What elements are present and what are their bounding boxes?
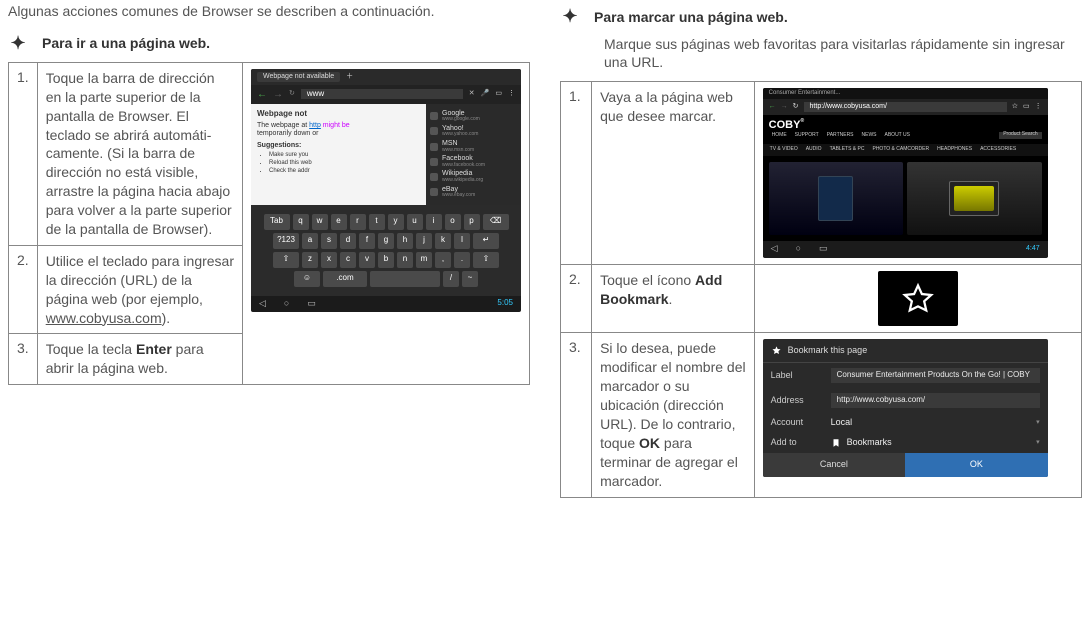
onscreen-keyboard: Tab qwertyuiop ⌫ ?123 asdfghjkl ↵ ⇧ xyxy=(251,205,521,296)
refresh-icon: ↻ xyxy=(289,90,295,98)
heading-text: Para marcar una página web. xyxy=(594,9,788,25)
label-input: Consumer Entertainment Products On the G… xyxy=(831,368,1040,383)
address-bar: www xyxy=(301,89,463,100)
suggestion-item: Make sure you xyxy=(269,152,420,159)
forward-icon: → xyxy=(781,103,788,111)
magenta-hint: might be xyxy=(323,122,350,129)
suggestion-item: Reload this web xyxy=(269,160,420,167)
page-title: Webpage not xyxy=(257,110,420,119)
step-text: Toque el ícono Add Bookmark. xyxy=(592,265,755,333)
screenshot-cell xyxy=(754,265,1081,333)
step-num: 2. xyxy=(561,265,592,333)
nav-home-icon: ○ xyxy=(284,299,289,309)
refresh-icon: ↻ xyxy=(793,103,799,111)
suggestion-item: Check the addr xyxy=(269,168,420,175)
nav-recent-icon: ▭ xyxy=(307,299,316,309)
field-label: Add to xyxy=(771,438,821,448)
intro-text: Algunas acciones comunes de Browser se d… xyxy=(8,2,530,21)
hero-card xyxy=(769,162,904,235)
step-text: Toque la tecla Enter para abrir la págin… xyxy=(37,334,242,385)
coby-logo: COBY® xyxy=(769,119,804,131)
heading-subtext: Marque sus páginas web favoritas para vi… xyxy=(604,35,1082,71)
field-label: Address xyxy=(771,396,821,406)
heading-text: Para ir a una página web. xyxy=(42,35,210,51)
nav-recent-icon: ▭ xyxy=(819,244,828,254)
msg-part: The webpage at xyxy=(257,122,309,129)
menu-icon: ⋮ xyxy=(508,90,515,98)
menu-icon: ⋮ xyxy=(1035,103,1042,111)
bookmark-dialog-screenshot: Bookmark this page Label Consumer Entert… xyxy=(763,339,1048,476)
suggestion-sidebar: Googlewww.google.com Yahoo!www.yahoo.com… xyxy=(426,104,521,205)
address-bar: http://www.cobyusa.com/ xyxy=(804,102,1007,112)
nav-home-icon: ○ xyxy=(796,244,801,254)
step-text: Utilice el teclado para ingresar la dire… xyxy=(37,245,242,334)
browser-keyboard-screenshot: Webpage not available ＋ ← → ↻ www ✕ 🎤 ▭ … xyxy=(251,69,521,312)
forward-icon: → xyxy=(273,89,283,100)
back-icon: ← xyxy=(769,103,776,111)
nav-back-icon: ◁ xyxy=(259,299,266,309)
bookmarks-icon: ▭ xyxy=(1023,103,1030,111)
mic-icon: 🎤 xyxy=(481,90,490,98)
steps-table-right: 1. Vaya a la página web que desee marcar… xyxy=(560,81,1082,497)
search-box: Product Search xyxy=(999,132,1041,140)
screenshot-cell: Bookmark this page Label Consumer Entert… xyxy=(754,333,1081,497)
step-num: 3. xyxy=(9,334,38,385)
step-text: Si lo desea, puede modificar el nombre d… xyxy=(592,333,755,497)
coby-site-screenshot: Consumer Entertainment... ← → ↻ http://w… xyxy=(763,88,1048,258)
address-input: http://www.cobyusa.com/ xyxy=(831,393,1040,408)
heading-go-to-page: ✦ Para ir a una página web. xyxy=(8,33,530,54)
star-icon xyxy=(771,345,782,356)
step-num: 1. xyxy=(561,82,592,265)
steps-table-left: 1. Toque la barra de dirección en la par… xyxy=(8,62,530,385)
heading-bookmark-page: ✦ Para marcar una página web. xyxy=(560,6,1082,27)
step-num: 1. xyxy=(9,62,38,245)
tab-title: Consumer Entertainment... xyxy=(763,88,1048,99)
ok-button: OK xyxy=(905,453,1048,477)
account-value: Local▾ xyxy=(831,418,1040,428)
step-text: Toque la barra de dirección en la parte … xyxy=(37,62,242,245)
chevron-down-icon: ▾ xyxy=(1036,439,1040,447)
field-label: Label xyxy=(771,371,821,381)
new-tab-icon: ＋ xyxy=(346,73,353,81)
addto-value: Bookmarks ▾ xyxy=(831,438,1040,448)
step-num: 3. xyxy=(561,333,592,497)
nav-back-icon: ◁ xyxy=(771,244,778,254)
back-icon: ← xyxy=(257,89,267,100)
msg-part: temporarily down or xyxy=(257,130,420,138)
suggestions-label: Suggestions: xyxy=(257,142,420,150)
dialog-title: Bookmark this page xyxy=(788,346,868,356)
screenshot-cell: Webpage not available ＋ ← → ↻ www ✕ 🎤 ▭ … xyxy=(243,62,530,384)
bullet-icon: ✦ xyxy=(8,33,28,54)
star-icon-screenshot xyxy=(878,271,958,326)
browser-tab: Webpage not available xyxy=(257,72,340,82)
cancel-button: Cancel xyxy=(763,453,906,477)
bookmark-icon xyxy=(831,438,841,448)
status-time: 4:47 xyxy=(1026,245,1040,253)
bullet-icon: ✦ xyxy=(560,6,580,27)
bookmarks-icon: ▭ xyxy=(495,90,502,98)
step-num: 2. xyxy=(9,245,38,334)
clear-icon: ✕ xyxy=(469,90,475,98)
star-icon: ☆ xyxy=(1012,103,1018,111)
screenshot-cell: Consumer Entertainment... ← → ↻ http://w… xyxy=(754,82,1081,265)
step-text: Vaya a la página web que desee marcar. xyxy=(592,82,755,265)
chevron-down-icon: ▾ xyxy=(1036,419,1040,427)
field-label: Account xyxy=(771,418,821,428)
status-time: 5:05 xyxy=(497,299,513,308)
hero-card xyxy=(907,162,1042,235)
star-outline-icon xyxy=(900,281,936,317)
msg-link: http xyxy=(309,122,321,129)
